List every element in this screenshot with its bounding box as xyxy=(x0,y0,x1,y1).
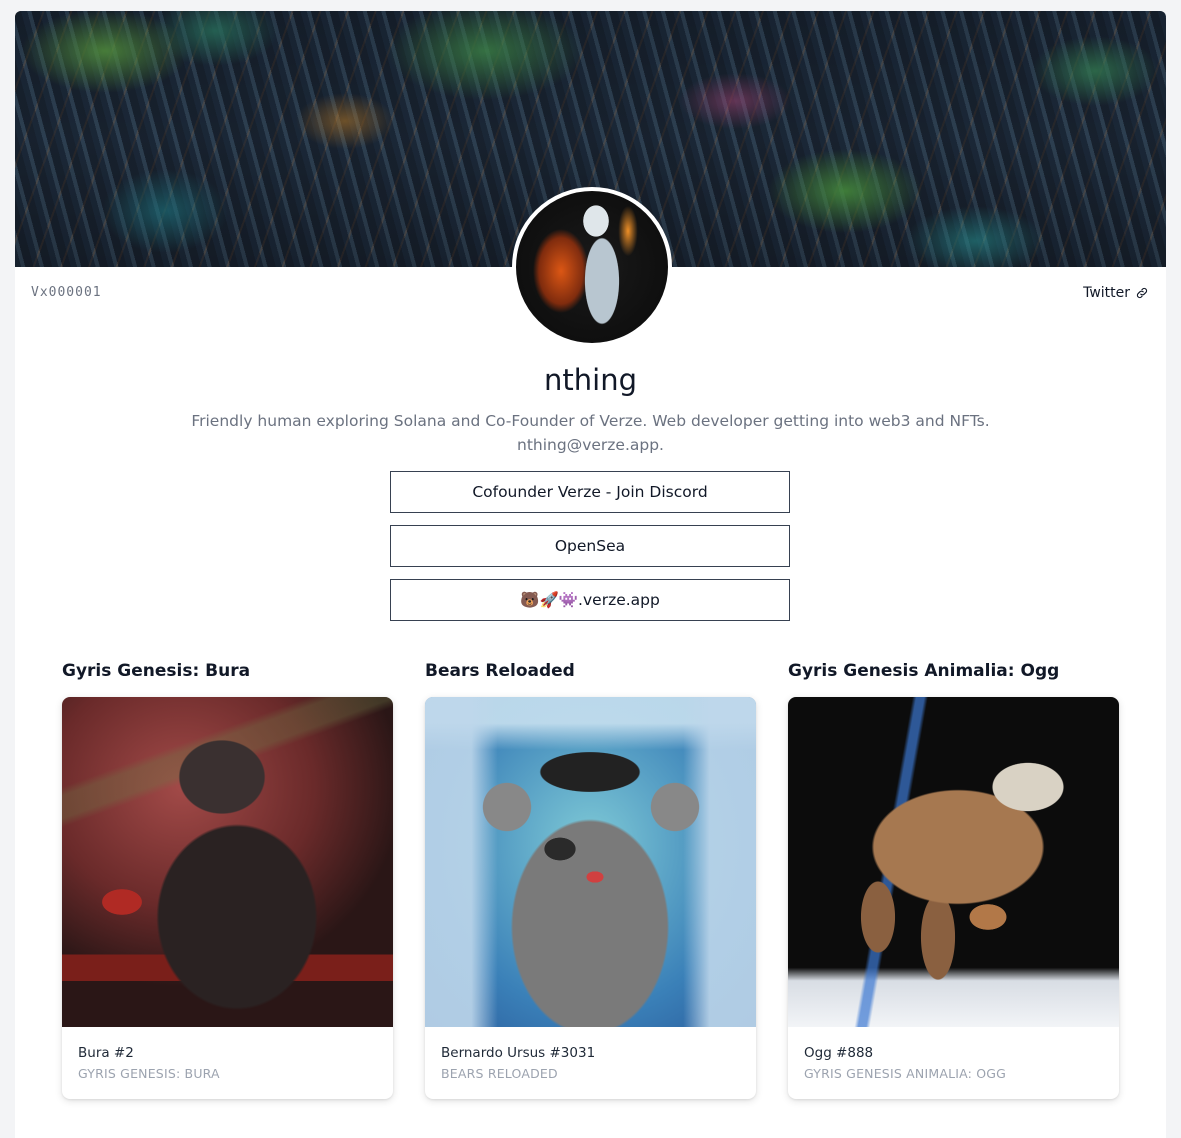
nft-collection-name: Gyris Genesis: Bura xyxy=(78,1066,220,1081)
profile-card: Vx000001 Twitter nthing Friendly human e… xyxy=(15,11,1166,1138)
link-icon xyxy=(1136,287,1148,299)
twitter-link-label: Twitter xyxy=(1083,285,1130,301)
profile-name: nthing xyxy=(544,363,637,397)
nft-name: Bura #2 xyxy=(78,1045,134,1061)
nft-image xyxy=(62,697,393,1027)
link-button-discord[interactable]: Cofounder Verze - Join Discord xyxy=(390,471,790,513)
profile-bio-email: nthing@verze.app. xyxy=(517,436,664,454)
nft-image xyxy=(425,697,756,1027)
nft-name: Bernardo Ursus #3031 xyxy=(441,1045,596,1061)
collection-heading: Bears Reloaded xyxy=(425,661,575,681)
profile-bio: Friendly human exploring Solana and Co-F… xyxy=(135,409,1046,457)
collection-heading: Gyris Genesis Animalia: Ogg xyxy=(788,661,1060,681)
link-button-opensea[interactable]: OpenSea xyxy=(390,525,790,567)
twitter-link[interactable]: Twitter xyxy=(1083,285,1149,301)
profile-serial: Vx000001 xyxy=(31,285,102,300)
nft-collection-section: Gyris Genesis Animalia: Ogg Ogg #888 Gyr… xyxy=(788,661,1119,1099)
nft-collection-name: Gyris Genesis Animalia: Ogg xyxy=(804,1066,1007,1081)
collection-heading: Gyris Genesis: Bura xyxy=(62,661,251,681)
nft-collection-section: Bears Reloaded Bernardo Ursus #3031 Bear… xyxy=(425,661,756,1099)
link-button-verze-app[interactable]: 🐻🚀👾.verze.app xyxy=(390,579,790,621)
nft-card[interactable]: Bernardo Ursus #3031 Bears Reloaded xyxy=(425,697,756,1099)
nft-collection-section: Gyris Genesis: Bura Bura #2 Gyris Genesi… xyxy=(62,661,393,1099)
profile-bio-line: Friendly human exploring Solana and Co-F… xyxy=(191,412,990,430)
avatar xyxy=(512,187,672,347)
nft-name: Ogg #888 xyxy=(804,1045,874,1061)
nft-card[interactable]: Ogg #888 Gyris Genesis Animalia: Ogg xyxy=(788,697,1119,1099)
nft-image xyxy=(788,697,1119,1027)
nft-card[interactable]: Bura #2 Gyris Genesis: Bura xyxy=(62,697,393,1099)
nft-collection-name: Bears Reloaded xyxy=(441,1066,558,1081)
